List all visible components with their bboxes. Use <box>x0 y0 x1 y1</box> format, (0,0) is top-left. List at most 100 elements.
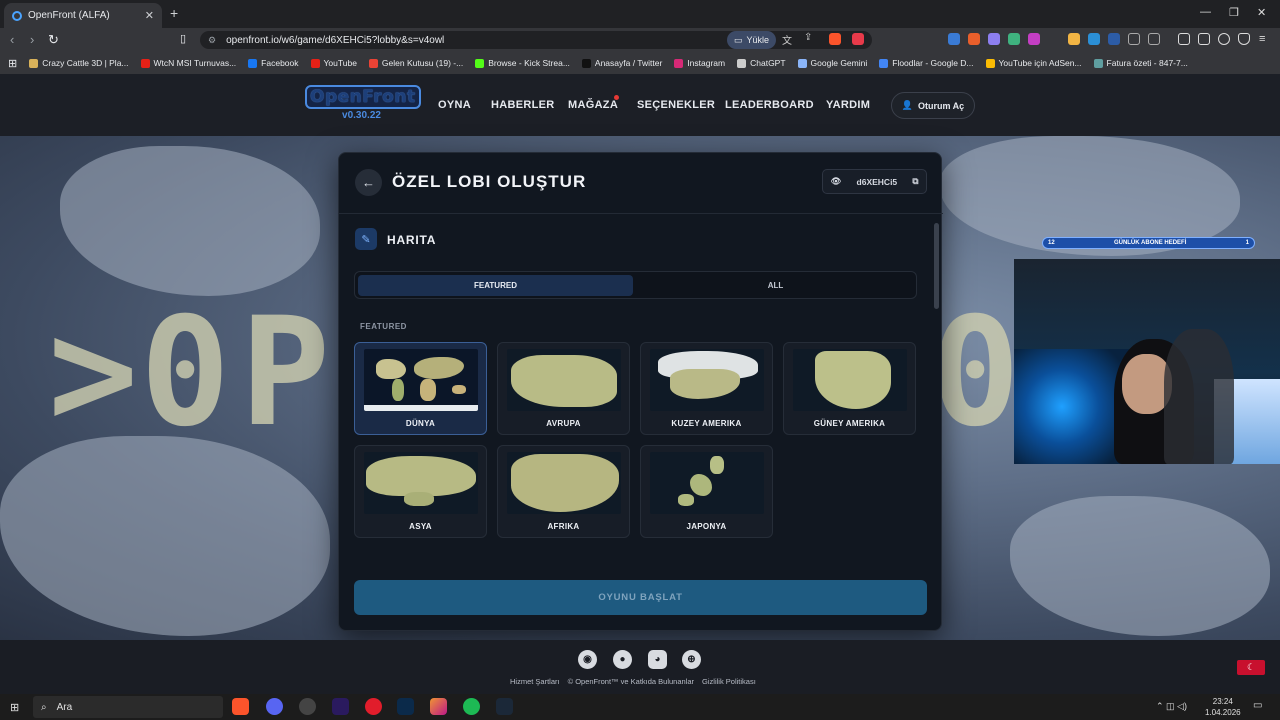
restore-icon[interactable]: ❐ <box>1229 6 1239 19</box>
map-card-guney-amerika[interactable]: GÜNEY AMERIKA <box>783 342 916 435</box>
bookmark-item[interactable]: Gelen Kutusu (19) -... <box>368 58 463 68</box>
minimize-icon[interactable]: — <box>1200 6 1211 18</box>
bookmark-item[interactable]: Floodlar - Google D... <box>879 58 974 68</box>
bookmark-item[interactable]: Anasayfa / Twitter <box>581 58 662 68</box>
tray-icons[interactable]: ⌃ ◫ ◁) <box>1156 701 1187 712</box>
extension-icon-3[interactable] <box>988 33 1000 45</box>
clock-date: 1.04.2026 <box>1205 708 1241 717</box>
sidebar-icon[interactable] <box>1178 33 1190 45</box>
taskbar-clock[interactable]: 23:24 1.04.2026 <box>1205 696 1241 718</box>
nav-secenekler[interactable]: SEÇENEKLER <box>637 99 715 111</box>
tab-all[interactable]: ALL <box>638 275 913 296</box>
taskbar-spotify-icon[interactable] <box>463 698 480 715</box>
tab-featured[interactable]: FEATURED <box>358 275 633 296</box>
windows-start-icon[interactable]: ⊞ <box>10 701 19 714</box>
globe-icon[interactable]: ⊕ <box>682 650 701 669</box>
extension-icon-4[interactable] <box>1008 33 1020 45</box>
extension-icon-6[interactable] <box>1068 33 1080 45</box>
bookmark-favicon-icon <box>248 58 258 68</box>
bookmark-item[interactable]: WtcN MSI Turnuvas... <box>140 58 236 68</box>
taskbar-instagram-icon[interactable] <box>430 698 447 715</box>
extension-icon-2[interactable] <box>968 33 980 45</box>
tab-title: OpenFront (ALFA) <box>28 10 110 21</box>
menu-icon[interactable]: ≡ <box>1259 33 1271 45</box>
search-icon: ⌕ <box>41 701 47 713</box>
wallet-icon[interactable] <box>1198 33 1210 45</box>
site-info-icon[interactable]: ⚙ <box>208 35 216 46</box>
taskbar-search[interactable]: ⌕ Ara <box>33 696 223 718</box>
bg-logo-glyph: 0 <box>140 286 230 460</box>
terms-link[interactable]: Hizmet Şartları <box>510 677 560 686</box>
extensions-puzzle-icon[interactable] <box>1128 33 1140 45</box>
sub-goal-label: GÜNLÜK ABONE HEDEFİ <box>1113 240 1187 246</box>
nav-leaderboard[interactable]: LEADERBOARD <box>725 99 814 111</box>
close-tab-icon[interactable]: ✕ <box>145 9 154 22</box>
notification-icon[interactable]: ▭ <box>1253 700 1262 711</box>
taskbar-opera-icon[interactable] <box>365 698 382 715</box>
install-app-button[interactable]: ▭ Yükle <box>727 31 777 49</box>
reload-icon[interactable]: ↻ <box>48 32 59 48</box>
browser-tab[interactable]: OpenFront (ALFA) ✕ <box>4 3 162 28</box>
nav-haberler[interactable]: HABERLER <box>491 99 555 111</box>
bookmark-item[interactable]: Crazy Cattle 3D | Pla... <box>29 58 129 68</box>
map-card-dunya[interactable]: DÜNYA <box>354 342 487 435</box>
github-icon[interactable]: ◉ <box>578 650 597 669</box>
extension-icon-7[interactable] <box>1088 33 1100 45</box>
nav-magaza[interactable]: MAĞAZA <box>568 99 618 111</box>
taskbar-discord-icon[interactable] <box>266 698 283 715</box>
bookmark-item[interactable]: Facebook <box>248 58 299 68</box>
share-icon[interactable]: ⇪ <box>804 32 816 44</box>
map-card-asya[interactable]: ASYA <box>354 445 487 538</box>
tab-search-icon[interactable] <box>1148 33 1160 45</box>
map-card-kuzey-amerika[interactable]: KUZEY AMERIKA <box>640 342 773 435</box>
start-game-button[interactable]: OYUNU BAŞLAT <box>354 580 927 615</box>
clock-time: 23:24 <box>1212 697 1233 706</box>
modal-scrollbar[interactable] <box>934 223 939 309</box>
back-button[interactable]: ← <box>355 169 382 196</box>
extension-icon-1[interactable] <box>948 33 960 45</box>
bookmark-favicon-icon <box>368 58 378 68</box>
eye-icon[interactable]: 👁 <box>831 176 842 187</box>
nav-yardim[interactable]: YARDIM <box>826 99 870 111</box>
taskbar-premiere-icon[interactable] <box>332 698 349 715</box>
login-button[interactable]: 👤 Oturum Aç <box>891 92 975 119</box>
bookmark-item[interactable]: Google Gemini <box>797 58 867 68</box>
vpn-icon[interactable] <box>1238 33 1250 45</box>
bookmark-item[interactable]: ChatGPT <box>737 58 786 68</box>
notification-dot <box>614 95 619 100</box>
openfront-logo[interactable]: OpenFront v0.30.22 <box>305 85 421 121</box>
bookmark-page-icon[interactable]: ▯ <box>180 32 186 45</box>
taskbar-photoshop-icon[interactable] <box>397 698 414 715</box>
extension-icon-5[interactable] <box>1028 33 1040 45</box>
bookmark-item[interactable]: Instagram <box>674 58 725 68</box>
privacy-link[interactable]: Gizlilik Politikası <box>702 677 756 686</box>
brave-shields-icon[interactable] <box>829 33 841 45</box>
taskbar-brave-icon[interactable] <box>232 698 249 715</box>
translate-icon[interactable]: 文 <box>782 32 794 47</box>
lobby-id-box[interactable]: 👁 d6XEHCi5 ⧉ <box>822 169 927 194</box>
new-tab-button[interactable]: + <box>170 5 178 21</box>
bookmark-item[interactable]: YouTube <box>310 58 357 68</box>
copy-icon[interactable]: ⧉ <box>912 176 918 187</box>
close-window-icon[interactable]: ✕ <box>1257 6 1266 19</box>
back-nav-icon[interactable]: ‹ <box>10 32 14 47</box>
brave-rewards-icon[interactable] <box>852 33 864 45</box>
extension-icon-8[interactable] <box>1108 33 1120 45</box>
reddit-icon[interactable]: ● <box>613 650 632 669</box>
bookmark-favicon-icon <box>475 58 485 68</box>
map-card-japonya[interactable]: JAPONYA <box>640 445 773 538</box>
discord-icon[interactable]: ◕ <box>648 650 667 669</box>
taskbar-obs-icon[interactable] <box>299 698 316 715</box>
leo-ai-icon[interactable] <box>1218 33 1230 45</box>
map-card-avrupa[interactable]: AVRUPA <box>497 342 630 435</box>
nav-oyna[interactable]: OYNA <box>438 99 471 111</box>
forward-nav-icon[interactable]: › <box>30 32 34 47</box>
sub-target: 1 <box>1245 240 1249 246</box>
apps-grid-icon[interactable]: ⊞ <box>8 57 17 70</box>
taskbar-steam-icon[interactable] <box>496 698 513 715</box>
bookmark-item[interactable]: YouTube için AdSen... <box>985 58 1082 68</box>
bookmark-item[interactable]: Browse - Kick Strea... <box>475 58 570 68</box>
bookmark-item[interactable]: Fatura özeti - 847-7... <box>1093 58 1188 68</box>
turkish-flag-icon[interactable]: ☾ <box>1237 660 1265 675</box>
map-card-afrika[interactable]: AFRIKA <box>497 445 630 538</box>
